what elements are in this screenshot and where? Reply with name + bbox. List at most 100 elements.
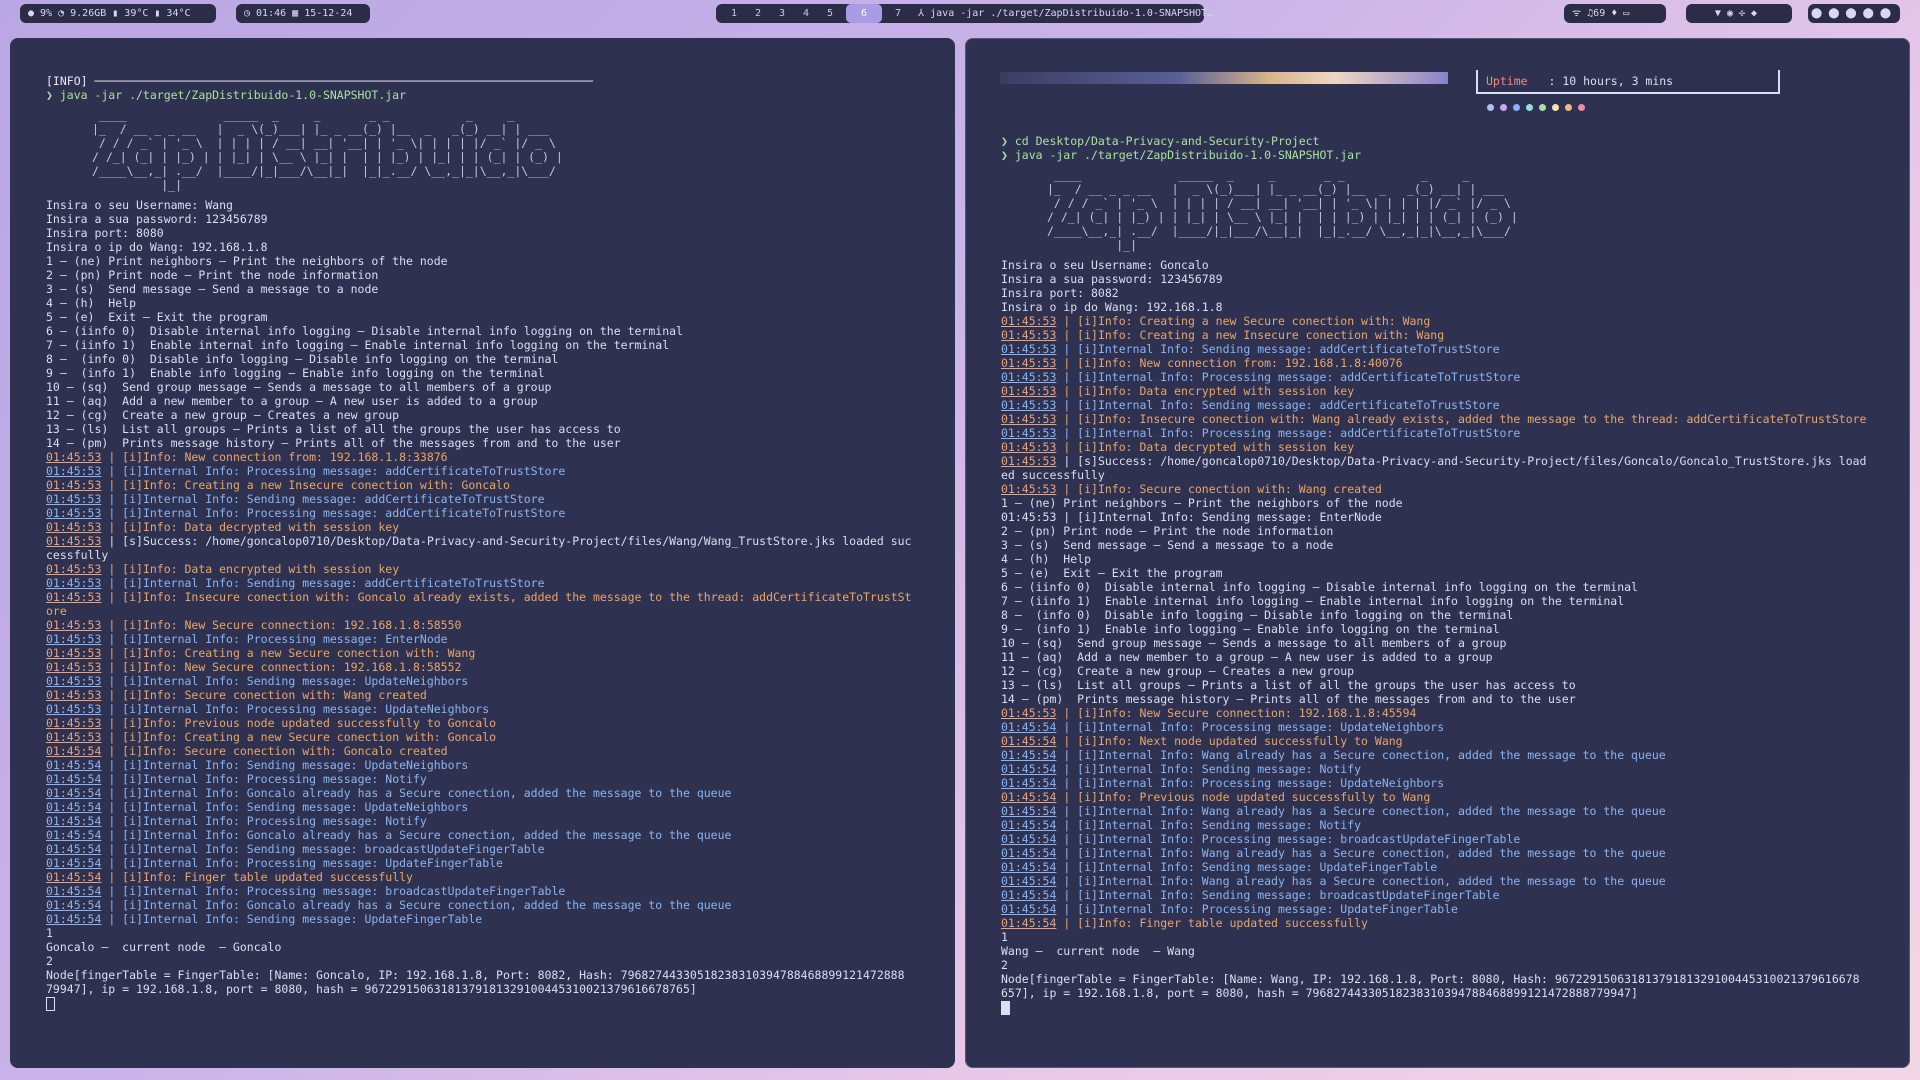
workspace-6[interactable]: 6: [846, 4, 882, 23]
output-line: 2 – (pn) Print node – Print the node inf…: [46, 268, 379, 282]
terminal-cursor: [46, 996, 55, 1011]
workspace-4[interactable]: 4: [798, 4, 814, 23]
tray-icons: ▼ ◉ ✣ ◆: [1714, 8, 1758, 19]
log-timestamp: 01:45:53: [46, 576, 102, 590]
log-timestamp: 01:45:53: [46, 660, 102, 674]
status-icons[interactable]: ⬤ ⬤ ⬤ ⬤ ⬤: [1808, 4, 1900, 23]
log-timestamp: 01:45:54: [1001, 874, 1057, 888]
log-message: | [i]Info: New Secure connection: 192.16…: [108, 660, 462, 674]
log-line: 01:45:53 | [i]Info: New connection from:…: [1001, 356, 1910, 370]
log-message: ore: [46, 604, 67, 618]
log-timestamp: 01:45:53: [46, 674, 102, 688]
log-line: 01:45:54 | [i]Internal Info: Processing …: [46, 772, 955, 786]
output-line: 12 – (cg) Create a new group – Creates a…: [1001, 664, 1355, 678]
log-line: 01:45:53 | [i]Internal Info: Sending mes…: [1001, 342, 1910, 356]
log-line: 01:45:53 | [i]Info: Previous node update…: [46, 716, 955, 730]
system-stats: ● 9% ◔ 9.26GB ▮ 39°C ▮ 34°C: [20, 4, 216, 23]
log-timestamp: 01:45:54: [1001, 846, 1057, 860]
log-message: | [i]Info: Previous node updated success…: [108, 716, 497, 730]
output-line: Insira o ip do Wang: 192.168.1.8: [46, 240, 268, 254]
log-line: 01:45:53 | [i]Internal Info: Sending mes…: [46, 674, 955, 688]
log-message: | [i]Internal Info: Wang already has a S…: [1063, 748, 1666, 762]
log-message: | [i]Internal Info: Processing message: …: [108, 856, 503, 870]
tail-lines: 1 Goncalo – current node – Goncalo 2 Node[f…: [46, 926, 955, 996]
log-line: 01:45:53 | [i]Info: Creating a new Insec…: [46, 478, 955, 492]
log-timestamp: 01:45:54: [1001, 818, 1057, 832]
log-message: | [i]Info: Secure conection with: Wang c…: [1063, 482, 1382, 496]
log-line: 01:45:54 | [i]Internal Info: Sending mes…: [1001, 860, 1910, 874]
output-line: 1 – (ne) Print neighbors – Print the nei…: [1001, 496, 1403, 510]
log-timestamp: 01:45:53: [1001, 314, 1057, 328]
log-timestamp: 01:45:54: [1001, 748, 1057, 762]
log-timestamp: 01:45:54: [1001, 734, 1057, 748]
workspace-2[interactable]: 2: [750, 4, 766, 23]
log-timestamp: 01:45:53: [46, 618, 102, 632]
network-widget[interactable]: ᯤ ♫69 ♦ ▭: [1564, 4, 1666, 23]
command-line: ❯ cd Desktop/Data-Privacy-and-Security-P…: [1001, 134, 1320, 148]
log-line: 01:45:53 | [i]Internal Info: Sending mes…: [46, 576, 955, 590]
output-line: 79947], ip = 192.168.1.8, port = 8080, h…: [46, 982, 697, 996]
output-line: 14 – (pm) Prints message history – Print…: [1001, 692, 1576, 706]
output-line: Insira a sua password: 123456789: [1001, 272, 1223, 286]
log-line: 01:45:54 | [i]Internal Info: Sending mes…: [46, 912, 955, 926]
log-message: | [i]Internal Info: Goncalo already has …: [108, 786, 732, 800]
log-message: | [i]Info: Finger table updated successf…: [108, 870, 413, 884]
log-message: | [i]Internal Info: Sending message: add…: [108, 492, 545, 506]
output-line: 9 – (info 1) Enable info logging – Enabl…: [1001, 622, 1500, 636]
log-line: 01:45:53 | [s]Success: /home/goncalop071…: [46, 534, 955, 548]
workspace-1[interactable]: 1: [726, 4, 742, 23]
clock-widget[interactable]: ◷ 01:46 ▦ 15-12-24: [236, 4, 370, 23]
log-lines-2: 01:45:53 | [i]Info: New Secure connectio…: [1001, 706, 1910, 930]
top-bar: ● 9% ◔ 9.26GB ▮ 39°C ▮ 34°C ◷ 01:46 ▦ 15…: [0, 0, 1920, 28]
temp-stat: ▮ 39°C: [112, 8, 149, 19]
system-tray[interactable]: ▼ ◉ ✣ ◆: [1686, 4, 1792, 23]
workspace-3[interactable]: 3: [774, 4, 790, 23]
color-dot: [1552, 104, 1559, 111]
log-line: 01:45:53 | [i]Info: Creating a new Secur…: [46, 646, 955, 660]
log-timestamp: 01:45:54: [1001, 888, 1057, 902]
log-message: | [i]Internal Info: Processing message: …: [1063, 720, 1445, 734]
output-line: 3 – (s) Send message – Send a message to…: [1001, 538, 1334, 552]
log-line: cessfully: [46, 548, 955, 562]
log-line: 01:45:54 | [i]Internal Info: Sending mes…: [1001, 888, 1910, 902]
log-message: | [i]Info: Creating a new Insecure conec…: [108, 478, 510, 492]
color-dot: [1578, 104, 1585, 111]
output-line: 10 – (sq) Send group message – Sends a m…: [46, 380, 552, 394]
uptime-label: Uptime: [1486, 74, 1528, 88]
log-timestamp: 01:45:53: [46, 464, 102, 478]
log-timestamp: 01:45:54: [1001, 916, 1057, 930]
log-message: | [i]Internal Info: Processing message: …: [1063, 370, 1521, 384]
command-line: ❯ java -jar ./target/ZapDistribuido-1.0-…: [1001, 148, 1362, 162]
workspace-7[interactable]: 7: [890, 4, 906, 23]
output-line: 1: [1001, 930, 1008, 944]
tail-lines: 1 Wang – current node – Wang 2 Node[fingerT…: [1001, 930, 1910, 1000]
log-line: 01:45:54 | [i]Internal Info: Sending mes…: [46, 800, 955, 814]
command-line: ❯ java -jar ./target/ZapDistribuido-1.0-…: [46, 88, 407, 102]
log-message: | [i]Info: New connection from: 192.168.…: [1063, 356, 1403, 370]
log-line: 01:45:53 | [i]Internal Info: Processing …: [1001, 370, 1910, 384]
ascii-logo-right: ____ _____ _ _ _ _ _ _ |_ / __ _ _ __ | …: [1047, 168, 1518, 252]
log-message: | [i]Internal Info: Goncalo already has …: [108, 898, 732, 912]
log-timestamp: 01:45:54: [46, 800, 102, 814]
log-message: | [i]Info: Data encrypted with session k…: [108, 562, 400, 576]
log-line: 01:45:53 | [i]Info: New connection from:…: [46, 450, 955, 464]
uptime-value: : 10 hours, 3 mins: [1548, 74, 1674, 88]
log-timestamp: 01:45:53: [46, 716, 102, 730]
log-timestamp: 01:45:53: [1001, 454, 1057, 468]
log-timestamp: 01:45:54: [46, 814, 102, 828]
output-line: 8 – (info 0) Disable info logging – Disa…: [46, 352, 559, 366]
log-line: 01:45:54 | [i]Internal Info: Wang alread…: [1001, 874, 1910, 888]
right-terminal[interactable]: ❯ cd Desktop/Data-Privacy-and-Security-P…: [965, 38, 1910, 1068]
output-line: 6 – (iinfo 0) Disable internal info logg…: [46, 324, 683, 338]
log-line: 01:45:53 | [i]Info: New Secure connectio…: [46, 660, 955, 674]
left-terminal[interactable]: [INFO] ─────────────────────────────────…: [10, 38, 955, 1068]
log-message: | [i]Info: Previous node updated success…: [1063, 790, 1431, 804]
log-timestamp: 01:45:54: [46, 856, 102, 870]
log-line: 01:45:54 | [i]Info: Finger table updated…: [1001, 916, 1910, 930]
window-title: ⅄ java -jar ./target/ZapDistribuido-1.0-…: [918, 8, 1214, 19]
log-line: ore: [46, 604, 955, 618]
log-timestamp: 01:45:54: [46, 758, 102, 772]
log-line: 01:45:54 | [i]Internal Info: Goncalo alr…: [46, 828, 955, 842]
workspace-5[interactable]: 5: [822, 4, 838, 23]
log-timestamp: 01:45:53: [1001, 398, 1057, 412]
